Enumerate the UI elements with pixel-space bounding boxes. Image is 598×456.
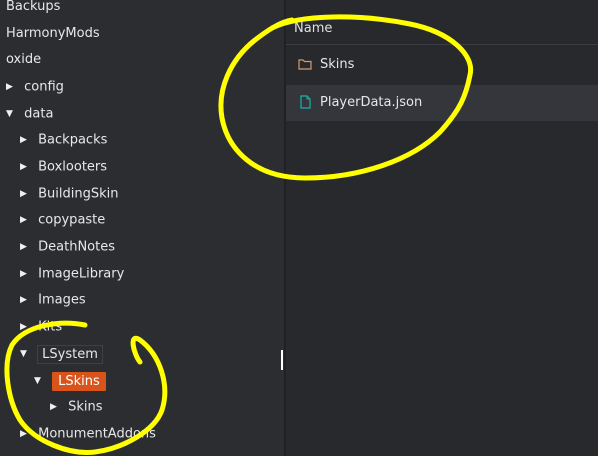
tree-item-backpacks[interactable]: ▶ Backpacks — [20, 128, 107, 152]
text-cursor-icon — [281, 350, 283, 370]
tree-item-label: LSystem — [37, 344, 103, 364]
column-header-label: Name — [294, 21, 333, 36]
expand-arrow-icon[interactable]: ▶ — [20, 182, 34, 206]
tree-item-label: Backups — [6, 0, 61, 14]
file-name: Skins — [320, 57, 355, 72]
expand-arrow-icon[interactable]: ▶ — [20, 315, 34, 339]
tree-item-lsystem[interactable]: ▼ LSystem — [20, 342, 103, 366]
tree-item-label: data — [24, 106, 54, 122]
expand-arrow-icon[interactable]: ▶ — [20, 235, 34, 259]
folder-icon — [298, 59, 312, 70]
tree-item-label: MonumentAddons — [38, 426, 156, 442]
expand-arrow-icon[interactable]: ▶ — [20, 288, 34, 312]
expand-arrow-icon[interactable]: ▶ — [20, 422, 34, 446]
tree-item-label: DeathNotes — [38, 239, 115, 255]
expand-arrow-icon[interactable]: ▶ — [6, 75, 20, 99]
tree-item-harmonymods[interactable]: HarmonyMods — [6, 22, 100, 46]
expand-arrow-icon[interactable]: ▶ — [20, 262, 34, 286]
tree-item-boxlooters[interactable]: ▶ Boxlooters — [20, 155, 107, 179]
tree-item-images[interactable]: ▶ Images — [20, 288, 86, 312]
tree-item-label: Images — [38, 292, 86, 308]
file-name: PlayerData.json — [320, 95, 423, 110]
file-list-pane: Name Skins PlayerData.json — [286, 0, 598, 456]
expand-arrow-icon[interactable]: ▶ — [50, 395, 64, 419]
tree-item-imagelibrary[interactable]: ▶ ImageLibrary — [20, 262, 124, 286]
tree-item-label: oxide — [6, 52, 42, 67]
tree-item-data[interactable]: ▼ data — [6, 102, 53, 126]
tree-item-label: config — [24, 79, 64, 95]
tree-item-deathnotes[interactable]: ▶ DeathNotes — [20, 235, 115, 259]
tree-item-buildingskin[interactable]: ▶ BuildingSkin — [20, 182, 119, 206]
tree-item-label: Kits — [38, 319, 63, 335]
expand-arrow-icon[interactable]: ▶ — [20, 128, 34, 152]
collapse-arrow-icon[interactable]: ▼ — [6, 102, 20, 126]
collapse-arrow-icon[interactable]: ▼ — [34, 369, 48, 393]
tree-item-label: HarmonyMods — [6, 26, 100, 41]
file-icon — [300, 95, 311, 109]
tree-item-monumentaddons[interactable]: ▶ MonumentAddons — [20, 422, 156, 446]
tree-item-label: Backpacks — [38, 132, 108, 148]
expand-arrow-icon[interactable]: ▶ — [20, 208, 34, 232]
tree-item-lskins[interactable]: ▼ LSkins — [34, 369, 106, 393]
tree-item-label: ImageLibrary — [38, 266, 125, 282]
file-row-playerdata[interactable]: PlayerData.json — [286, 85, 598, 121]
folder-tree: Backups HarmonyMods oxide ▶ config ▼ dat… — [0, 0, 285, 456]
tree-item-kits[interactable]: ▶ Kits — [20, 315, 62, 339]
tree-item-skins[interactable]: ▶ Skins — [50, 395, 103, 419]
tree-item-config[interactable]: ▶ config — [6, 75, 64, 99]
tree-item-backups[interactable]: Backups — [6, 0, 60, 19]
column-header-name[interactable]: Name — [286, 14, 598, 45]
collapse-arrow-icon[interactable]: ▼ — [20, 342, 34, 366]
tree-item-copypaste[interactable]: ▶ copypaste — [20, 208, 105, 232]
tree-item-label: LSkins — [52, 371, 106, 391]
tree-item-oxide[interactable]: oxide — [6, 48, 41, 72]
tree-item-label: Boxlooters — [38, 159, 108, 175]
tree-item-label: copypaste — [38, 212, 106, 228]
tree-item-label: Skins — [68, 399, 103, 415]
file-row-skins[interactable]: Skins — [286, 47, 598, 83]
tree-item-label: BuildingSkin — [38, 186, 119, 202]
expand-arrow-icon[interactable]: ▶ — [20, 155, 34, 179]
